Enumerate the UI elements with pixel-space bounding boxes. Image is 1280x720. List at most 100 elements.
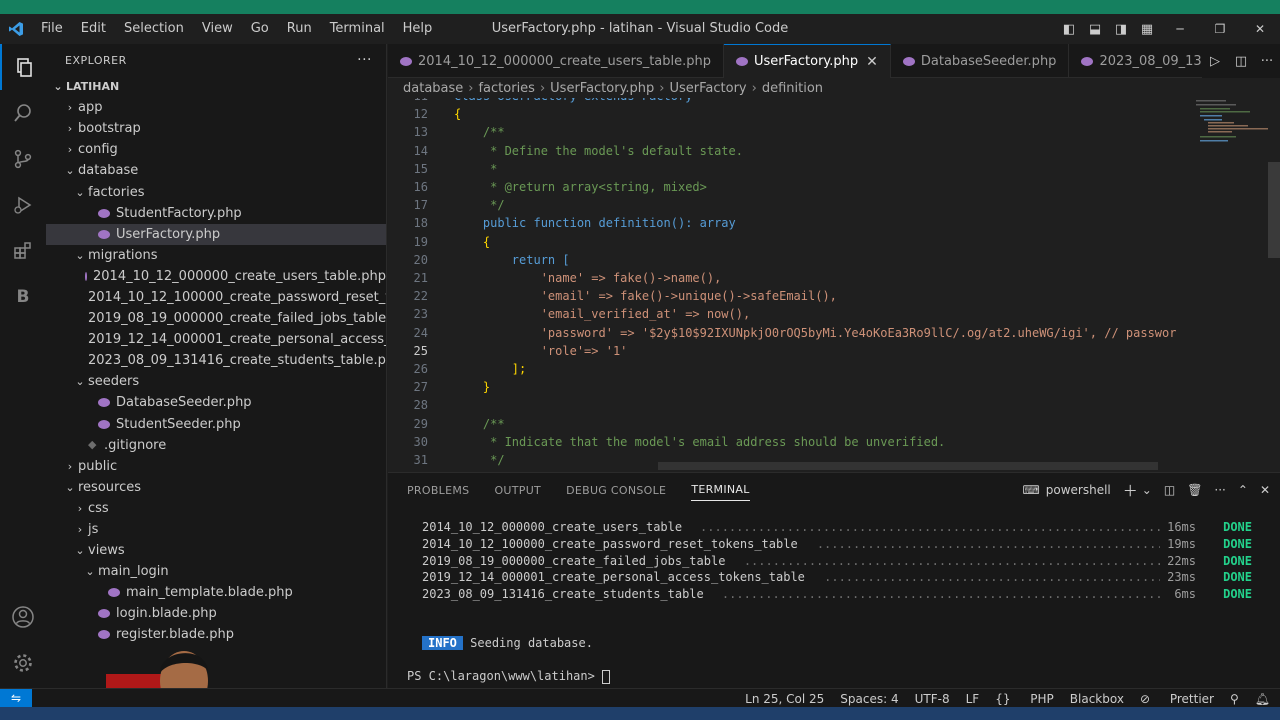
code-line[interactable]: 17 */	[388, 198, 1198, 216]
code-line[interactable]: 22 'email' => fake()->unique()->safeEmai…	[388, 289, 1198, 307]
blackbox-status[interactable]: Blackbox	[1070, 692, 1124, 706]
code-editor[interactable]: 11 class UserFactory extends Factory 12 {13…	[388, 98, 1280, 472]
breadcrumb-item[interactable]: UserFactory.php	[550, 81, 654, 96]
account-status-icon[interactable]: ⚲	[1230, 692, 1239, 706]
tree-file[interactable]: 2014_10_12_000000_create_users_table.php	[46, 266, 386, 287]
code-line[interactable]: 28	[388, 398, 1198, 416]
accounts-icon[interactable]	[0, 594, 46, 640]
close-panel-icon[interactable]: ✕	[1260, 483, 1270, 497]
toggle-secondary-sidebar-icon[interactable]: ◨	[1108, 22, 1134, 37]
encoding[interactable]: UTF-8	[915, 692, 950, 706]
code-line[interactable]: 13 /**	[388, 125, 1198, 143]
menu-item-view[interactable]: View	[193, 14, 242, 44]
code-line[interactable]: 19 {	[388, 235, 1198, 253]
panel-tab-problems[interactable]: PROBLEMS	[407, 484, 469, 497]
tree-folder[interactable]: › app	[46, 97, 386, 118]
restore-icon[interactable]: ❐	[1200, 22, 1240, 36]
prettier-status[interactable]: ⊘ Prettier	[1140, 692, 1214, 706]
breadcrumb-item[interactable]: definition	[762, 81, 823, 96]
extensions-icon[interactable]	[0, 228, 46, 274]
trash-icon[interactable]: 🗑	[1187, 483, 1202, 497]
run-debug-icon[interactable]	[0, 182, 46, 228]
chevron-down-icon[interactable]: ⌄	[1142, 483, 1152, 497]
editor-tab[interactable]: 2014_10_12_000000_create_users_table.php	[388, 44, 724, 78]
breadcrumb-item[interactable]: UserFactory	[670, 81, 747, 96]
maximize-panel-icon[interactable]: ⌃	[1238, 483, 1248, 497]
tree-file[interactable]: ◆ .gitignore	[46, 435, 386, 456]
indentation[interactable]: Spaces: 4	[840, 692, 898, 706]
tree-file[interactable]: DatabaseSeeder.php	[46, 392, 386, 413]
blackbox-icon[interactable]: B	[0, 274, 46, 320]
code-line[interactable]: 20 return [	[388, 253, 1198, 271]
tree-folder[interactable]: ⌄ seeders	[46, 371, 386, 392]
minimap[interactable]	[1196, 98, 1268, 158]
editor-tab[interactable]: UserFactory.php ✕	[724, 44, 891, 78]
search-icon[interactable]	[0, 90, 46, 136]
panel-tab-output[interactable]: OUTPUT	[494, 484, 541, 497]
panel-more-icon[interactable]: ···	[1214, 483, 1225, 497]
tree-folder[interactable]: › js	[46, 519, 386, 540]
menu-item-selection[interactable]: Selection	[115, 14, 193, 44]
code-line[interactable]: 18 public function definition(): array	[388, 216, 1198, 234]
cursor-position[interactable]: Ln 25, Col 25	[745, 692, 824, 706]
code-line[interactable]: 14 * Define the model's default state.	[388, 144, 1198, 162]
terminal-output[interactable]: 2014_10_12_000000_create_users_table ...…	[388, 507, 1280, 689]
code-line[interactable]: 27 }	[388, 380, 1198, 398]
menu-item-terminal[interactable]: Terminal	[321, 14, 394, 44]
tree-file[interactable]: 2023_08_09_131416_create_students_table.…	[46, 350, 386, 371]
code-line[interactable]: 11 class UserFactory extends Factory	[388, 98, 1198, 107]
split-terminal-icon[interactable]: ◫	[1164, 483, 1175, 497]
tree-folder[interactable]: ⌄ main_login	[46, 561, 386, 582]
code-line[interactable]: 25 'role'=> '1'	[388, 344, 1198, 362]
terminal-shell-label[interactable]: powershell	[1046, 483, 1111, 497]
tree-file[interactable]: main_template.blade.php	[46, 582, 386, 603]
toggle-sidebar-icon[interactable]: ◧	[1056, 22, 1082, 37]
editor-more-icon[interactable]: ···	[1254, 54, 1280, 69]
tree-folder[interactable]: ⌄ views	[46, 540, 386, 561]
panel-tab-terminal[interactable]: TERMINAL	[691, 483, 750, 501]
toggle-panel-icon[interactable]: ⬓	[1082, 22, 1108, 37]
close-tab-icon[interactable]: ✕	[866, 54, 878, 70]
code-line[interactable]: 26 ];	[388, 362, 1198, 380]
menu-item-file[interactable]: File	[32, 14, 72, 44]
end-of-line[interactable]: LF	[966, 692, 980, 706]
tree-file[interactable]: login.blade.php	[46, 603, 386, 624]
tree-folder[interactable]: ⌄ resources	[46, 477, 386, 498]
tree-folder[interactable]: › css	[46, 498, 386, 519]
code-line[interactable]: 23 'email_verified_at' => now(),	[388, 307, 1198, 325]
code-line[interactable]: 30 * Indicate that the model's email add…	[388, 435, 1198, 453]
code-line[interactable]: 29 /**	[388, 417, 1198, 435]
breadcrumb-item[interactable]: database	[403, 81, 463, 96]
tree-file[interactable]: StudentFactory.php	[46, 203, 386, 224]
code-line[interactable]: 16 * @return array<string, mixed>	[388, 180, 1198, 198]
menu-item-run[interactable]: Run	[278, 14, 321, 44]
workspace-root[interactable]: ⌄ LATIHAN	[46, 76, 386, 97]
editor-tab[interactable]: DatabaseSeeder.php	[891, 44, 1070, 78]
menu-item-go[interactable]: Go	[242, 14, 278, 44]
tree-folder[interactable]: ⌄ migrations	[46, 245, 386, 266]
code-line[interactable]: 24 'password' => '$2y$10$92IXUNpkjO0rOQ5…	[388, 326, 1198, 344]
code-line[interactable]: 15 *	[388, 162, 1198, 180]
tree-file[interactable]: 2019_12_14_000001_create_personal_access…	[46, 329, 386, 350]
new-terminal-icon[interactable]: ＋	[1123, 480, 1138, 501]
source-control-icon[interactable]	[0, 136, 46, 182]
tree-file[interactable]: 2019_08_19_000000_create_failed_jobs_tab…	[46, 308, 386, 329]
menu-item-edit[interactable]: Edit	[72, 14, 115, 44]
code-line[interactable]: 31 */	[388, 453, 1198, 471]
run-file-icon[interactable]: ▷	[1202, 54, 1228, 69]
tree-folder[interactable]: › bootstrap	[46, 118, 386, 139]
editor-vertical-scrollbar[interactable]	[1268, 162, 1280, 258]
notifications-bell-icon[interactable]: 🔔︎	[1255, 692, 1270, 706]
tree-folder[interactable]: ⌄ factories	[46, 181, 386, 202]
minimize-icon[interactable]: ─	[1160, 22, 1200, 36]
tree-folder[interactable]: ⌄ database	[46, 160, 386, 181]
breadcrumb-item[interactable]: factories	[478, 81, 534, 96]
tree-file[interactable]: StudentSeeder.php	[46, 414, 386, 435]
tree-file[interactable]: UserFactory.php	[46, 223, 386, 245]
panel-tab-debug-console[interactable]: DEBUG CONSOLE	[566, 484, 666, 497]
menu-item-help[interactable]: Help	[394, 14, 442, 44]
split-editor-icon[interactable]: ◫	[1228, 54, 1254, 69]
code-line[interactable]: 12 {	[388, 107, 1198, 125]
remote-icon[interactable]: ⇋	[0, 688, 32, 708]
language-mode[interactable]: {} PHP	[995, 692, 1054, 706]
